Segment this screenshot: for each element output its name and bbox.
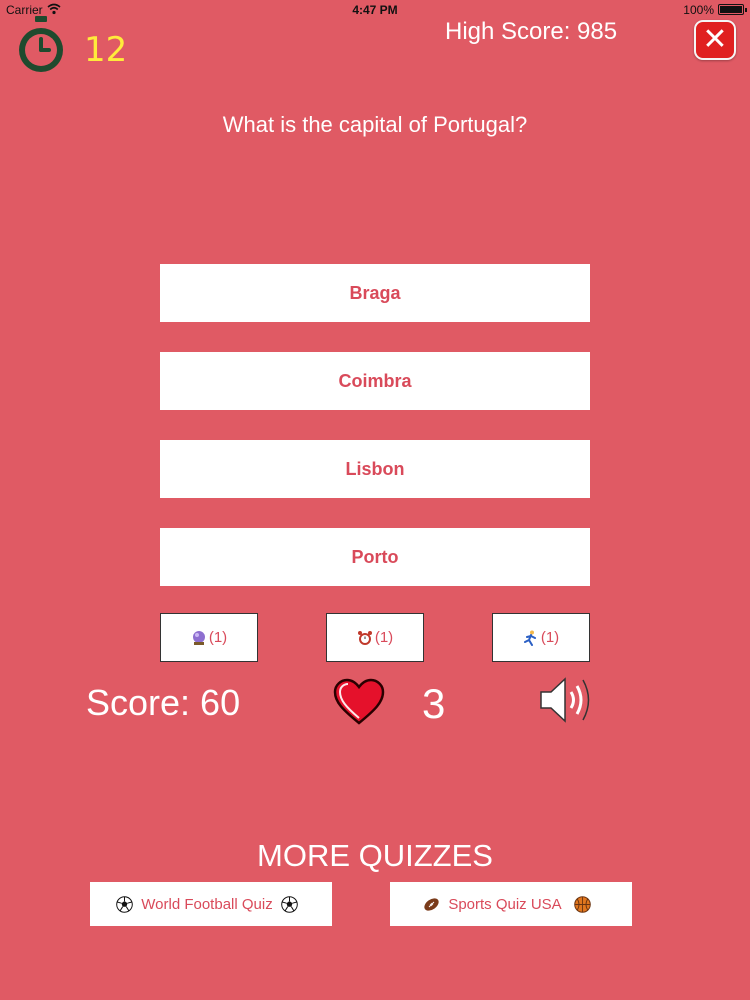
american-football-icon: [424, 897, 439, 911]
lives-count: 3: [422, 680, 446, 727]
status-bar: Carrier 4:47 PM 100%: [0, 0, 750, 20]
crystal-ball-icon: [192, 630, 205, 645]
quiz-link-label: Sports Quiz USA: [448, 895, 562, 913]
stopwatch-icon: [19, 16, 63, 72]
status-time: 4:47 PM: [352, 3, 398, 17]
timer-value: 12: [84, 30, 128, 70]
alarm-clock-lifeline-button[interactable]: (1): [326, 613, 424, 662]
score-label: Score: 60: [86, 682, 241, 723]
runner-icon: [523, 630, 536, 646]
answer-button[interactable]: Braga: [160, 264, 590, 322]
soccer-ball-icon: [280, 895, 298, 913]
alarm-clock-icon: [357, 630, 372, 645]
more-quizzes-title: MORE QUIZZES: [257, 838, 493, 873]
battery-icon: [718, 4, 747, 15]
world-football-quiz-button[interactable]: World Football Quiz: [90, 882, 332, 926]
quiz-link-label: World Football Quiz: [141, 895, 273, 913]
soccer-ball-icon: [116, 895, 134, 913]
lifeline-count: (1): [208, 629, 228, 646]
close-button[interactable]: ✕: [694, 20, 736, 60]
runner-lifeline-button[interactable]: (1): [492, 613, 590, 662]
question-text: What is the capital of Portugal?: [222, 112, 528, 137]
answer-button[interactable]: Lisbon: [160, 440, 590, 498]
lifeline-count: (1): [540, 629, 560, 646]
answer-button[interactable]: Porto: [160, 528, 590, 586]
battery-percent: 100%: [683, 3, 714, 17]
high-score: High Score: 985: [445, 18, 618, 45]
sports-quiz-usa-button[interactable]: Sports Quiz USA: [390, 882, 632, 926]
basketball-icon: [573, 895, 591, 913]
lifeline-count: (1): [374, 629, 394, 646]
crystal-ball-lifeline-button[interactable]: (1): [160, 613, 258, 662]
speaker-icon[interactable]: [538, 674, 594, 726]
close-icon: ✕: [702, 23, 728, 56]
answer-button[interactable]: Coimbra: [160, 352, 590, 410]
heart-icon: [333, 678, 385, 725]
